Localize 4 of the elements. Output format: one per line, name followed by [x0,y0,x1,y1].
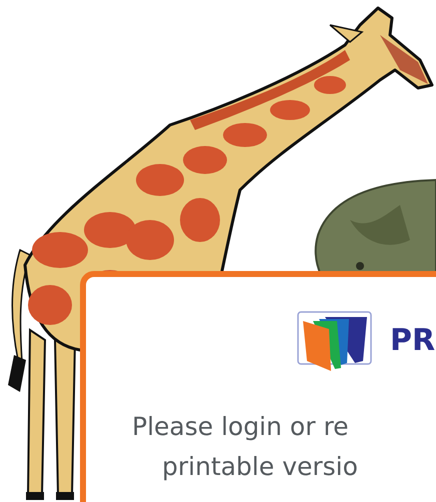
login-message-line: printable versio [162,451,358,483]
book-logo-icon [297,311,372,371]
brand-name: PR [390,326,436,356]
login-message-line: Please login or re [132,411,349,443]
